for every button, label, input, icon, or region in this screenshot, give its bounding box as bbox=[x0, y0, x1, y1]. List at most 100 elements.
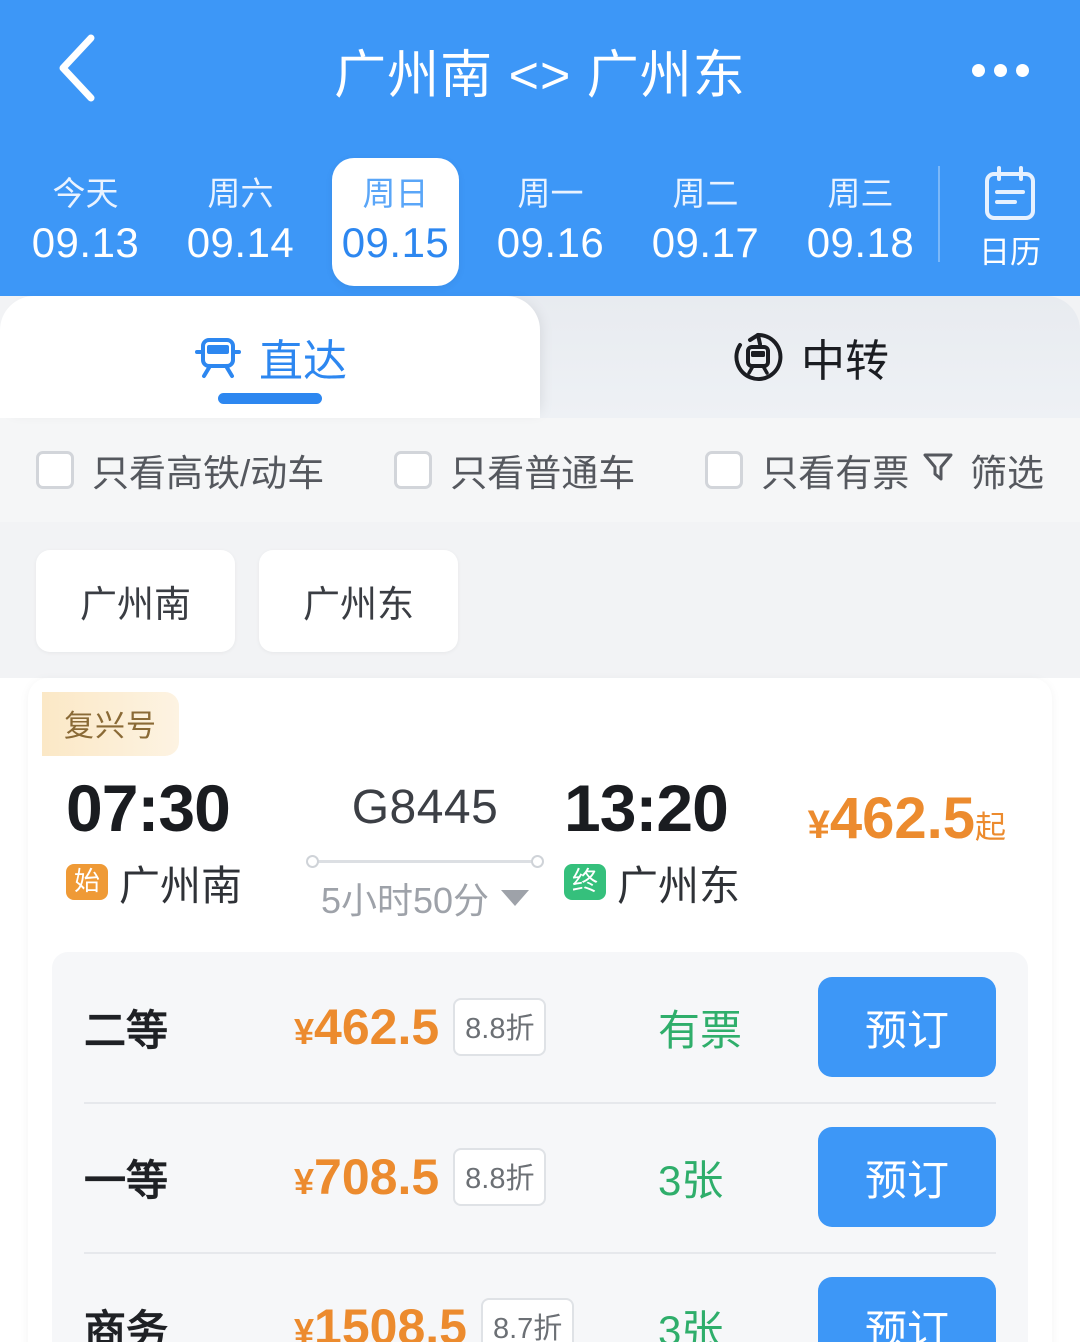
more-dot bbox=[993, 63, 1007, 77]
filter-highspeed[interactable]: 只看高铁/动车 bbox=[36, 443, 324, 497]
lowest-price: ¥462.5起 bbox=[798, 784, 1006, 863]
tab-direct[interactable]: 直达 bbox=[0, 296, 540, 418]
seat-price-block: ¥1508.5 8.7折 bbox=[294, 1298, 644, 1342]
date-item-4[interactable]: 周二 09.17 bbox=[628, 140, 783, 286]
currency-symbol: ¥ bbox=[294, 1311, 315, 1342]
date-weekday: 周二 bbox=[672, 175, 739, 212]
book-button[interactable]: 预订 bbox=[818, 1127, 996, 1227]
lowest-price-block: ¥462.5起 bbox=[798, 766, 1028, 863]
currency-symbol: ¥ bbox=[807, 803, 830, 847]
date-weekday: 周一 bbox=[517, 175, 584, 212]
date-item-5[interactable]: 周三 09.18 bbox=[783, 140, 938, 286]
date-weekday: 周六 bbox=[207, 175, 274, 212]
tab-direct-label: 直达 bbox=[259, 337, 347, 386]
seat-class-name: 二等 bbox=[84, 1006, 169, 1054]
duration-bar bbox=[314, 860, 536, 863]
book-button[interactable]: 预订 bbox=[818, 977, 996, 1077]
discount-badge: 8.7折 bbox=[480, 1298, 575, 1342]
date-number: 09.17 bbox=[651, 219, 760, 266]
checkbox-icon[interactable] bbox=[394, 451, 433, 489]
date-weekday: 今天 bbox=[52, 175, 119, 212]
price-suffix: 起 bbox=[975, 810, 1006, 845]
date-item-2-selected[interactable]: 周日 09.15 bbox=[318, 140, 473, 286]
departure-station-line: 始 广州南 bbox=[52, 852, 300, 912]
app-header: 广州南 <> 广州东 今天 09.13 周六 09.14 周日 09.15 周一… bbox=[0, 0, 1080, 300]
train-result-card[interactable]: 复兴号 07:30 始 广州南 G8445 5小时50分 13:20 终 广州东… bbox=[28, 678, 1052, 1342]
chevron-left-icon bbox=[53, 32, 99, 104]
date-number: 09.13 bbox=[31, 219, 140, 266]
seat-price: ¥708.5 bbox=[294, 1148, 439, 1206]
duration-dot-start bbox=[306, 855, 319, 868]
seat-availability: 3张 bbox=[658, 1156, 724, 1204]
caret-down-icon[interactable] bbox=[501, 890, 530, 906]
duration-toggle[interactable]: 5小时50分 bbox=[300, 872, 550, 924]
duration-label: 5小时50分 bbox=[320, 880, 490, 921]
filter-button[interactable]: 筛选 bbox=[920, 443, 1044, 497]
tab-transfer-label: 中转 bbox=[801, 337, 889, 386]
station-chip-destination[interactable]: 广州东 bbox=[259, 550, 458, 652]
departure-station: 广州南 bbox=[119, 863, 243, 909]
tab-transfer[interactable]: 中转 bbox=[540, 296, 1080, 418]
calendar-label: 日历 bbox=[979, 235, 1041, 270]
train-summary-row: 07:30 始 广州南 G8445 5小时50分 13:20 终 广州东 ¥46… bbox=[28, 756, 1052, 934]
terminal-badge: 终 bbox=[564, 864, 607, 900]
more-dot bbox=[971, 63, 985, 77]
date-item-0[interactable]: 今天 09.13 bbox=[8, 140, 163, 286]
train-number: G8445 bbox=[351, 781, 499, 834]
filter-highspeed-label: 只看高铁/动车 bbox=[92, 453, 325, 494]
seat-row-first-class: 一等 ¥708.5 8.8折 3张 预订 bbox=[62, 1102, 1018, 1252]
checkbox-icon[interactable] bbox=[36, 451, 74, 489]
duration-line-graphic bbox=[306, 854, 544, 868]
seat-price-value: 462.5 bbox=[314, 999, 440, 1055]
filter-row: 只看高铁/动车 只看普通车 只看有票 筛选 bbox=[0, 418, 1080, 522]
filter-normal-label: 只看普通车 bbox=[450, 453, 636, 494]
funnel-icon bbox=[920, 448, 956, 493]
seat-price-block: ¥708.5 8.8折 bbox=[294, 1148, 644, 1206]
filter-available[interactable]: 只看有票 bbox=[705, 443, 909, 497]
filter-button-label: 筛选 bbox=[970, 453, 1044, 494]
seat-class-table: 二等 ¥462.5 8.8折 有票 预订 一等 ¥708.5 8.8折 3张 预… bbox=[52, 952, 1028, 1342]
date-number: 09.18 bbox=[806, 219, 915, 266]
more-options-button[interactable] bbox=[960, 40, 1040, 100]
results-sheet: 直达 中转 只看高铁/动车 只看普通车 只看有票 筛选 广州南 广州东 复兴号 … bbox=[0, 296, 1080, 1342]
date-weekday: 周三 bbox=[827, 175, 894, 212]
arrival-time: 13:20 bbox=[564, 771, 729, 845]
train-search-screen: 广州南 <> 广州东 今天 09.13 周六 09.14 周日 09.15 周一… bbox=[0, 0, 1080, 1342]
discount-badge: 8.8折 bbox=[453, 998, 547, 1056]
transfer-train-icon bbox=[731, 330, 785, 384]
tab-bar: 直达 中转 bbox=[0, 296, 1080, 418]
train-icon bbox=[193, 332, 243, 382]
calendar-icon bbox=[979, 162, 1041, 229]
tab-active-indicator bbox=[218, 393, 322, 404]
date-item-3[interactable]: 周一 09.16 bbox=[473, 140, 628, 286]
filter-available-label: 只看有票 bbox=[761, 453, 910, 494]
date-number: 09.16 bbox=[496, 219, 605, 266]
train-type-tag: 复兴号 bbox=[42, 692, 179, 756]
back-button[interactable] bbox=[36, 28, 116, 108]
departure-time: 07:30 bbox=[66, 771, 231, 845]
filter-normal[interactable]: 只看普通车 bbox=[394, 443, 635, 497]
more-dot bbox=[1015, 63, 1029, 77]
results-panel: 只看高铁/动车 只看普通车 只看有票 筛选 广州南 广州东 复兴号 07:30 … bbox=[0, 418, 1080, 1342]
station-chip-row: 广州南 广州东 bbox=[0, 522, 1080, 678]
date-selector: 今天 09.13 周六 09.14 周日 09.15 周一 09.16 周二 0… bbox=[0, 140, 1080, 300]
currency-symbol: ¥ bbox=[294, 1161, 315, 1202]
date-number: 09.14 bbox=[186, 219, 295, 266]
book-button[interactable]: 预订 bbox=[818, 1277, 996, 1342]
seat-price: ¥1508.5 bbox=[294, 1298, 467, 1342]
departure-block: 07:30 始 广州南 bbox=[52, 766, 300, 912]
arrival-station-line: 终 广州东 bbox=[550, 852, 798, 912]
seat-price-value: 708.5 bbox=[314, 1149, 440, 1205]
seat-class-name: 一等 bbox=[84, 1156, 169, 1204]
checkbox-icon[interactable] bbox=[705, 451, 744, 489]
station-chip-origin[interactable]: 广州南 bbox=[36, 550, 235, 652]
seat-availability: 3张 bbox=[658, 1306, 724, 1342]
date-item-1[interactable]: 周六 09.14 bbox=[163, 140, 318, 286]
discount-badge: 8.8折 bbox=[453, 1148, 547, 1206]
date-number: 09.15 bbox=[341, 219, 450, 266]
seat-price-value: 1508.5 bbox=[314, 1299, 467, 1342]
calendar-button[interactable]: 日历 bbox=[940, 140, 1080, 271]
arrival-station: 广州东 bbox=[617, 863, 741, 909]
lowest-price-value: 462.5 bbox=[829, 786, 975, 851]
train-middle-block: G8445 5小时50分 bbox=[300, 766, 550, 924]
